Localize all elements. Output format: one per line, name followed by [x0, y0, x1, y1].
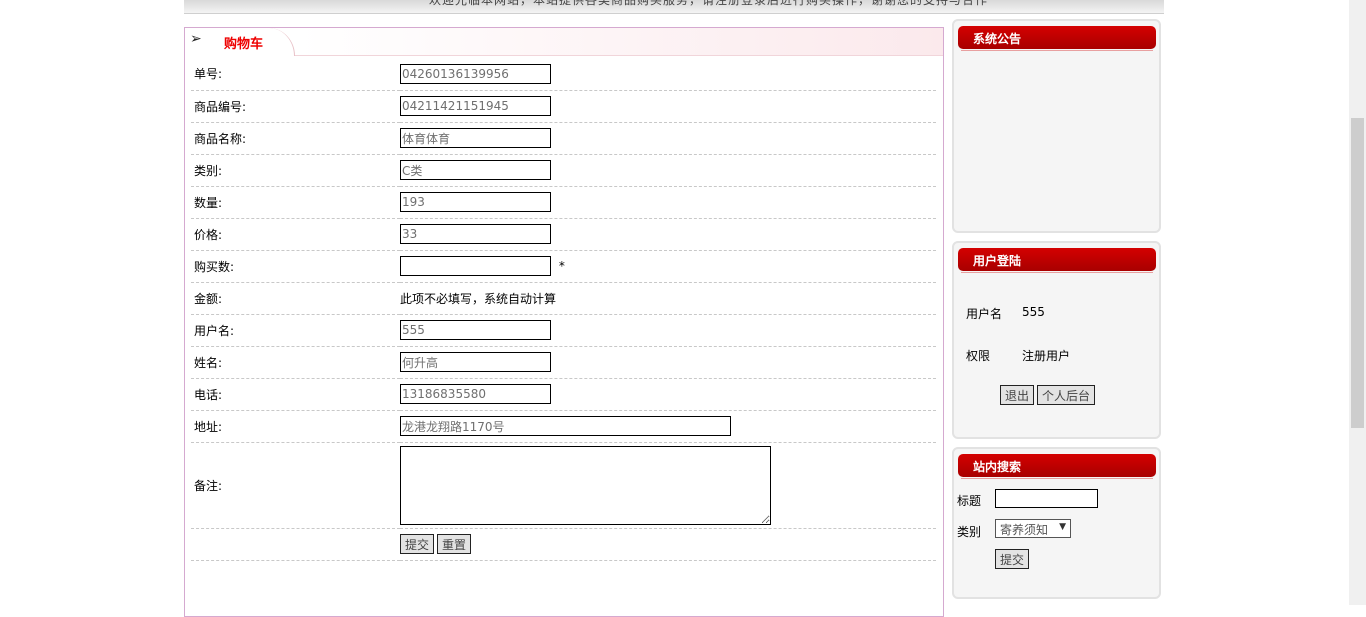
form-row-amount: 金额: 此项不必填写，系统自动计算	[191, 282, 936, 315]
form-row-product-name: 商品名称:	[191, 122, 936, 155]
product-name-label: 商品名称:	[191, 122, 400, 155]
search-category-value: 寄养须知	[1000, 523, 1049, 537]
form-row-remark: 备注:	[191, 442, 936, 529]
quantity-field[interactable]	[400, 192, 551, 212]
price-label: 价格:	[191, 218, 400, 251]
amount-label: 金额:	[191, 282, 400, 315]
announcement-title: 系统公告	[958, 26, 1156, 51]
address-field[interactable]	[400, 416, 731, 436]
remark-textarea[interactable]	[400, 446, 771, 525]
product-no-field[interactable]	[400, 96, 551, 116]
arrow-right-icon: ➢	[190, 31, 202, 47]
login-username-value: 555	[1022, 305, 1045, 319]
form-row-actions: 提交 重置	[191, 528, 936, 561]
login-box: 用户登陆 用户名 555 权限 注册用户 退出 个人后台	[952, 241, 1161, 439]
username-label: 用户名:	[191, 314, 400, 347]
cart-title: 购物车	[224, 37, 264, 52]
cart-panel-header: ➢ 购物车	[185, 28, 943, 56]
address-label: 地址:	[191, 410, 400, 443]
search-title-input[interactable]	[995, 489, 1098, 508]
login-actions: 退出 个人后台	[1000, 385, 1098, 405]
form-row-username: 用户名:	[191, 314, 936, 347]
name-label: 姓名:	[191, 346, 400, 379]
user-backend-button[interactable]: 个人后台	[1037, 385, 1096, 405]
username-field[interactable]	[400, 320, 551, 340]
form-row-category: 类别:	[191, 154, 936, 187]
product-name-field[interactable]	[400, 128, 551, 148]
search-category-select[interactable]: 寄养须知 ▼	[995, 519, 1071, 538]
form-row-buy-count: 购买数: *	[191, 250, 936, 283]
actions-spacer	[191, 528, 400, 561]
submit-button[interactable]: 提交	[400, 534, 435, 554]
form-row-address: 地址:	[191, 410, 936, 443]
scrollbar-thumb[interactable]	[1351, 118, 1364, 428]
buy-count-field[interactable]	[400, 256, 551, 276]
search-category-label: 类别	[957, 525, 982, 539]
buy-count-label: 购买数:	[191, 250, 400, 283]
phone-label: 电话:	[191, 378, 400, 411]
form-row-price: 价格:	[191, 218, 936, 251]
search-title: 站内搜索	[958, 454, 1156, 479]
triangle-down-icon: ▼	[1059, 522, 1066, 532]
reset-button[interactable]: 重置	[437, 534, 472, 554]
vertical-scrollbar[interactable]	[1349, 0, 1366, 605]
required-mark: *	[558, 258, 565, 273]
login-title: 用户登陆	[958, 248, 1156, 273]
top-banner: 欢迎光临本网站，本站提供各类商品购买服务，请注册登录后进行购买操作，谢谢您的支持…	[184, 0, 1164, 14]
banner-scroll-text: 欢迎光临本网站，本站提供各类商品购买服务，请注册登录后进行购买操作，谢谢您的支持…	[429, 0, 989, 7]
announcement-box: 系统公告	[952, 19, 1161, 233]
login-role-label: 权限	[966, 349, 991, 363]
form-row-quantity: 数量:	[191, 186, 936, 219]
category-label: 类别:	[191, 154, 400, 187]
order-no-label: 单号:	[191, 58, 400, 91]
search-title-label: 标题	[957, 494, 982, 508]
product-no-label: 商品编号:	[191, 90, 400, 123]
order-no-field[interactable]	[400, 63, 551, 84]
cart-panel: ➢ 购物车 单号: 商品编号: 商品名称: 类别: 数量: 价格: 购买数:	[184, 27, 944, 617]
search-box: 站内搜索 标题 类别 寄养须知 ▼ 提交	[952, 447, 1161, 599]
login-role-value: 注册用户	[1022, 349, 1071, 363]
search-submit-button[interactable]: 提交	[995, 549, 1030, 569]
phone-field[interactable]	[400, 384, 551, 404]
amount-note: 此项不必填写，系统自动计算	[400, 282, 936, 315]
remark-label: 备注:	[191, 442, 400, 529]
price-field[interactable]	[400, 224, 551, 244]
logout-button[interactable]: 退出	[1000, 385, 1035, 405]
login-username-label: 用户名	[966, 307, 1003, 321]
form-row-product-no: 商品编号:	[191, 90, 936, 123]
form-row-phone: 电话:	[191, 378, 936, 411]
quantity-label: 数量:	[191, 186, 400, 219]
form-row-name: 姓名:	[191, 346, 936, 379]
category-field[interactable]	[400, 160, 551, 180]
form-row-order-no: 单号:	[191, 58, 936, 91]
name-field[interactable]	[400, 352, 551, 372]
cart-form: 单号: 商品编号: 商品名称: 类别: 数量: 价格: 购买数: *	[191, 58, 936, 561]
